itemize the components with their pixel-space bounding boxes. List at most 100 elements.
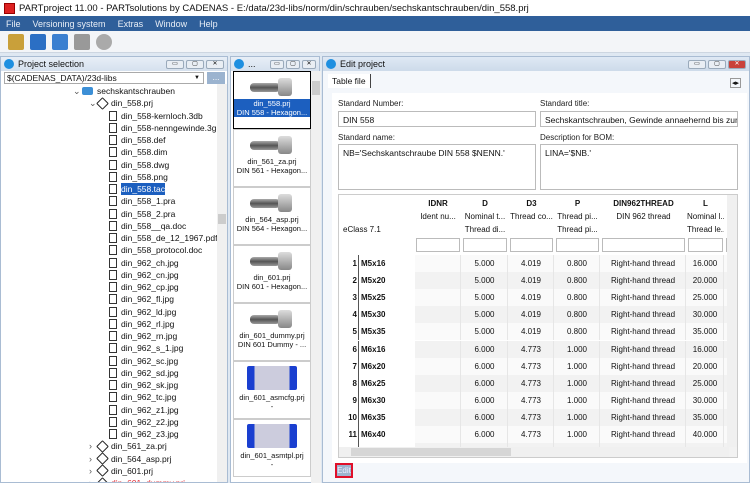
menu-help[interactable]: Help: [193, 19, 224, 29]
table-horizontal-scrollbar[interactable]: [339, 447, 729, 457]
tree-item[interactable]: din_962_sc.jpg: [109, 355, 178, 367]
tree-item[interactable]: din_962_cn.jpg: [109, 269, 179, 281]
table-cell[interactable]: Right-hand thread: [601, 323, 686, 341]
tree-item[interactable]: din_558.dim: [109, 146, 167, 158]
column-filter-input[interactable]: [688, 238, 723, 252]
scrollbar-thumb[interactable]: [351, 448, 511, 456]
tree-item[interactable]: din_962_rl.jpg: [109, 318, 174, 330]
disabled-globe-icon[interactable]: [96, 33, 112, 50]
table-cell[interactable]: 40.000: [687, 426, 724, 443]
close-button[interactable]: ✕: [728, 59, 746, 69]
column-filter-input[interactable]: [510, 238, 553, 252]
path-combobox[interactable]: $(CADENAS_DATA)/23d-libs ▼: [4, 72, 204, 84]
table-cell[interactable]: Right-hand thread: [601, 408, 686, 426]
tree-item[interactable]: din_962_s_1.jpg: [109, 342, 183, 354]
table-cell[interactable]: 35.000: [687, 323, 724, 341]
table-cell[interactable]: 5.000: [462, 272, 508, 290]
table-cell[interactable]: 16.000: [687, 255, 724, 272]
tree-item[interactable]: din_962_z2.jpg: [109, 416, 179, 428]
tree-item[interactable]: ⌄ sechskantschrauben: [73, 85, 175, 97]
table-cell[interactable]: 5.000: [462, 306, 508, 324]
table-cell[interactable]: 4.773: [509, 374, 554, 392]
thumbnail-item[interactable]: din_601_asmtpl.prj -: [233, 419, 311, 477]
table-vertical-scrollbar[interactable]: [727, 195, 737, 447]
tree-item[interactable]: ›din_601_dummy.prj: [89, 476, 185, 482]
table-cell[interactable]: 4.773: [509, 408, 554, 426]
table-cell[interactable]: 5.000: [462, 255, 508, 272]
tree-item[interactable]: › din_561_za.prj: [89, 439, 167, 453]
table-cell[interactable]: [415, 391, 461, 409]
table-cell[interactable]: Right-hand thread: [601, 374, 686, 392]
column-filter-input[interactable]: [416, 238, 460, 252]
table-cell[interactable]: 30.000: [687, 306, 724, 324]
table-cell[interactable]: [415, 374, 461, 392]
table-cell[interactable]: [415, 408, 461, 426]
tree-item[interactable]: din_558_de_12_1967.pdf: [109, 232, 217, 244]
table-cell[interactable]: [415, 306, 461, 324]
table-cell[interactable]: 5.000: [462, 323, 508, 341]
close-button[interactable]: ✕: [302, 59, 316, 69]
minimize-button[interactable]: ▭: [270, 59, 284, 69]
table-cell[interactable]: 0.800: [555, 255, 600, 272]
tab-scroll-arrows[interactable]: ◂▸: [730, 78, 742, 88]
table-cell[interactable]: 4.773: [509, 426, 554, 443]
table-cell[interactable]: Right-hand thread: [601, 289, 686, 307]
table-cell[interactable]: 6.000: [462, 426, 508, 443]
table-cell[interactable]: 6.000: [462, 408, 508, 426]
table-cell[interactable]: 1.000: [555, 374, 600, 392]
thumbnail-item[interactable]: din_564_asp.prj DIN 564 - Hexagon...: [233, 187, 311, 245]
thumbnail-item[interactable]: din_601.prj DIN 601 - Hexagon...: [233, 245, 311, 303]
restore-button[interactable]: ▢: [708, 59, 726, 69]
table-cell[interactable]: 30.000: [687, 391, 724, 409]
chevron-icon[interactable]: ⌄: [73, 85, 82, 97]
thumbnail-item[interactable]: din_601_dummy.prj DIN 601 Dummy - ...: [233, 303, 311, 361]
thumbnail-item[interactable]: din_601_asmcfg.prj -: [233, 361, 311, 419]
menu-file[interactable]: File: [0, 19, 27, 29]
tab-table-file[interactable]: Table file: [328, 74, 371, 88]
tree-item[interactable]: din_962_z3.jpg: [109, 428, 179, 440]
thumbnail-scrollbar[interactable]: [311, 71, 321, 483]
table-cell[interactable]: 6.000: [462, 374, 508, 392]
tree-item[interactable]: din_962_fl.jpg: [109, 293, 174, 305]
bom-description-field[interactable]: LINA='$NB.': [540, 144, 738, 190]
search-icon[interactable]: [8, 33, 24, 50]
table-cell[interactable]: 4.773: [509, 357, 554, 375]
table-cell[interactable]: 4.773: [509, 340, 554, 358]
tree-item[interactable]: din_558.def: [109, 134, 165, 146]
table-cell[interactable]: 1.000: [555, 426, 600, 443]
tree-item[interactable]: din_962_cp.jpg: [109, 281, 179, 293]
standard-name-field[interactable]: NB='Sechskantschraube DIN 558 $NENN.': [338, 144, 536, 190]
table-cell[interactable]: 6.000: [462, 391, 508, 409]
tree-item[interactable]: din_962_ch.jpg: [109, 257, 179, 269]
table-cell[interactable]: Right-hand thread: [601, 426, 686, 443]
table-cell[interactable]: 20.000: [687, 357, 724, 375]
thumbnail-item[interactable]: din_558.prj DIN 558 - Hexagon...: [233, 71, 311, 129]
table-cell[interactable]: 4.019: [509, 289, 554, 307]
column-filter-input[interactable]: [463, 238, 507, 252]
tree-item[interactable]: din_558.tac: [109, 183, 165, 195]
column-filter-input[interactable]: [602, 238, 685, 252]
tree-item[interactable]: din_558_2.pra: [109, 208, 175, 220]
tree-item[interactable]: din_558_1.pra: [109, 195, 175, 207]
tree-item[interactable]: ⌄ din_558.prj: [89, 96, 153, 110]
restore-button[interactable]: ▢: [286, 59, 300, 69]
tree-scrollbar[interactable]: [217, 84, 227, 482]
table-cell[interactable]: 0.800: [555, 306, 600, 324]
table-cell[interactable]: 1.000: [555, 391, 600, 409]
table-cell[interactable]: [415, 272, 461, 290]
table-cell[interactable]: 16.000: [687, 340, 724, 358]
menu-versioning-system[interactable]: Versioning system: [27, 19, 112, 29]
tree-item[interactable]: din_962_z1.jpg: [109, 404, 179, 416]
tree-item[interactable]: din_558-nenngewinde.3gb: [109, 122, 217, 134]
menu-window[interactable]: Window: [149, 19, 193, 29]
standard-title-field[interactable]: Sechskantschrauben, Gewinde annaehernd b…: [540, 111, 738, 127]
tree-item[interactable]: din_962_sd.jpg: [109, 367, 179, 379]
table-cell[interactable]: 6.000: [462, 357, 508, 375]
minimize-button[interactable]: ▭: [166, 59, 184, 69]
table-cell[interactable]: 0.800: [555, 289, 600, 307]
column-filter-input[interactable]: [556, 238, 599, 252]
table-cell[interactable]: 35.000: [687, 408, 724, 426]
table-cell[interactable]: 25.000: [687, 374, 724, 392]
table-cell[interactable]: Right-hand thread: [601, 357, 686, 375]
tree-item[interactable]: › din_564_asp.prj: [89, 452, 172, 465]
